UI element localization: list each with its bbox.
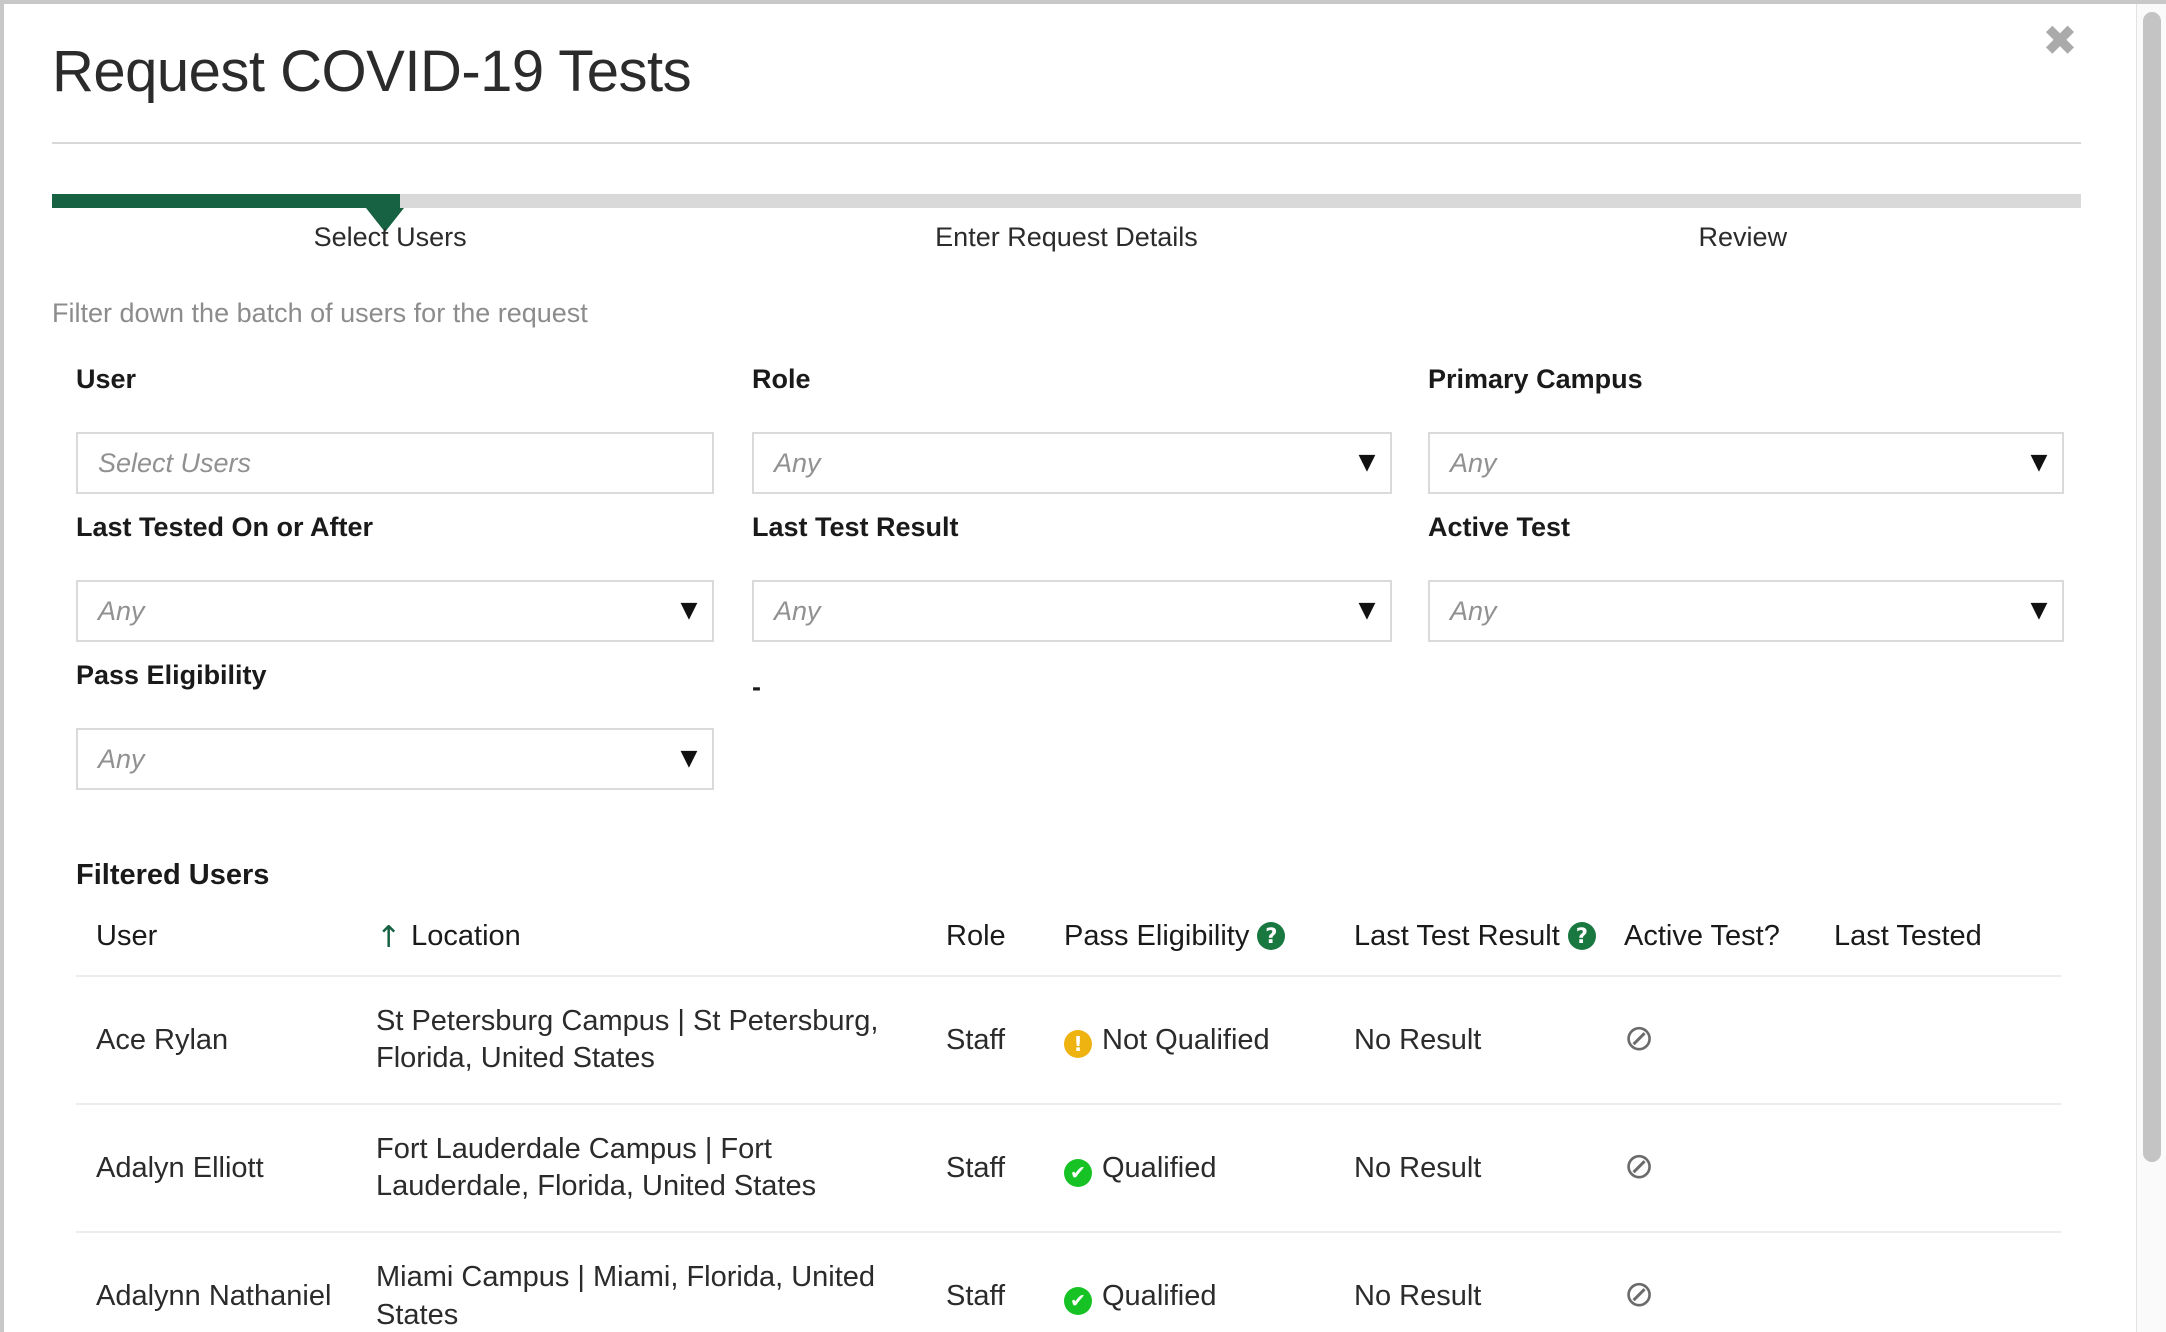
cell-last-test-result: No Result <box>1334 1232 1604 1332</box>
table-row[interactable]: Adalynn Nathaniel Miami Campus | Miami, … <box>76 1232 2061 1332</box>
last-test-result-select-value[interactable]: Any <box>754 596 1344 627</box>
label-pass-eligibility: Pass Eligibility <box>76 660 267 690</box>
cell-last-test-result: No Result <box>1334 1104 1604 1234</box>
check-circle-icon: ✔ <box>1064 1286 1092 1315</box>
cell-location: Fort Lauderdale Campus | Fort Lauderdale… <box>356 1104 926 1234</box>
column-header-last-test-result[interactable]: Last Test Result? <box>1334 904 1604 977</box>
pass-eligibility-text: Qualified <box>1102 1279 1217 1312</box>
pass-eligibility-text: Qualified <box>1102 1151 1217 1184</box>
dash-marker: - <box>752 672 761 702</box>
field-primary-campus[interactable]: Any ▼ <box>1428 432 2064 494</box>
cell-pass-eligibility: ✔ Qualified <box>1044 1232 1334 1332</box>
field-last-test-result[interactable]: Any ▼ <box>752 580 1392 642</box>
check-circle-icon: ✔ <box>1064 1158 1092 1187</box>
cell-location: Miami Campus | Miami, Florida, United St… <box>356 1232 926 1332</box>
column-header-active-test[interactable]: Active Test? <box>1604 904 1814 977</box>
cell-active-test: ⊘ <box>1604 1232 1814 1332</box>
help-icon[interactable]: ? <box>1567 922 1596 950</box>
filtered-users-table: User ↑ Location Role Pass Eligibility? La… <box>76 904 2061 1332</box>
step-enter-request-details[interactable]: Enter Request Details <box>728 222 1404 253</box>
column-header-user-label: User <box>96 920 158 952</box>
cell-role: Staff <box>926 1232 1044 1332</box>
chevron-down-icon[interactable]: ▼ <box>666 600 712 622</box>
cell-user: Adalynn Nathaniel <box>76 1232 356 1332</box>
field-active-test[interactable]: Any ▼ <box>1428 580 2064 642</box>
no-active-test-icon: ⊘ <box>1624 1273 1655 1315</box>
cell-last-tested <box>1814 1232 2061 1332</box>
field-pass-eligibility[interactable]: Any ▼ <box>76 728 714 790</box>
column-header-role-label: Role <box>946 920 1006 952</box>
cell-last-tested <box>1814 976 2061 1106</box>
column-header-location[interactable]: ↑ Location <box>356 904 926 977</box>
label-user: User <box>76 364 137 394</box>
cell-pass-eligibility: ✔ Qualified <box>1044 1104 1334 1234</box>
sort-ascending-icon[interactable]: ↑ <box>376 920 401 955</box>
column-header-role[interactable]: Role <box>926 904 1044 977</box>
label-role: Role <box>752 364 811 394</box>
active-test-select-value[interactable]: Any <box>1430 596 2016 627</box>
pass-eligibility-select-value[interactable]: Any <box>78 744 666 775</box>
page-title: Request COVID-19 Tests <box>52 39 692 104</box>
no-active-test-icon: ⊘ <box>1624 1017 1655 1059</box>
field-role[interactable]: Any ▼ <box>752 432 1392 494</box>
label-active-test: Active Test <box>1428 512 1571 542</box>
chevron-down-icon[interactable]: ▼ <box>1344 452 1390 474</box>
cell-pass-eligibility: ! Not Qualified <box>1044 976 1334 1106</box>
table-row[interactable]: Ace Rylan St Petersburg Campus | St Pete… <box>76 976 2061 1106</box>
label-last-tested-on-or-after: Last Tested On or After <box>76 512 374 542</box>
chevron-down-icon[interactable]: ▼ <box>666 748 712 770</box>
user-input-value[interactable]: Select Users <box>78 448 712 479</box>
field-user[interactable]: Select Users <box>76 432 714 494</box>
chevron-down-icon[interactable]: ▼ <box>2016 452 2062 474</box>
no-active-test-icon: ⊘ <box>1624 1145 1655 1187</box>
column-header-last-tested-label: Last Tested <box>1834 920 1982 952</box>
cell-location: St Petersburg Campus | St Petersburg, Fl… <box>356 976 926 1106</box>
close-icon[interactable]: ✖ <box>2037 18 2083 64</box>
primary-campus-select-value[interactable]: Any <box>1430 448 2016 479</box>
cell-user: Ace Rylan <box>76 976 356 1106</box>
request-covid-tests-modal: ✖ Request COVID-19 Tests Select Users En… <box>0 0 2166 1332</box>
modal-content: ✖ Request COVID-19 Tests Select Users En… <box>4 4 2129 1332</box>
chevron-down-icon[interactable]: ▼ <box>2016 600 2062 622</box>
warning-icon: ! <box>1064 1029 1092 1058</box>
filter-hint-text: Filter down the batch of users for the r… <box>52 298 588 328</box>
field-last-tested-on-or-after[interactable]: Any ▼ <box>76 580 714 642</box>
last-tested-select-value[interactable]: Any <box>78 596 666 627</box>
filtered-users-title: Filtered Users <box>76 859 270 891</box>
table-header-row: User ↑ Location Role Pass Eligibility? La… <box>76 904 2061 977</box>
label-primary-campus: Primary Campus <box>1428 364 1643 394</box>
column-header-pass-eligibility-label: Pass Eligibility <box>1064 920 1250 952</box>
table-row[interactable]: Adalyn Elliott Fort Lauderdale Campus | … <box>76 1104 2061 1234</box>
column-header-last-test-result-label: Last Test Result <box>1354 920 1560 952</box>
cell-last-test-result: No Result <box>1334 976 1604 1106</box>
cell-role: Staff <box>926 976 1044 1106</box>
role-select-value[interactable]: Any <box>754 448 1344 479</box>
title-divider <box>52 142 2081 144</box>
step-select-users[interactable]: Select Users <box>52 222 728 253</box>
column-header-user[interactable]: User <box>76 904 356 977</box>
cell-role: Staff <box>926 1104 1044 1234</box>
cell-user: Adalyn Elliott <box>76 1104 356 1234</box>
pass-eligibility-text: Not Qualified <box>1102 1023 1270 1056</box>
scrollbar-thumb[interactable] <box>2143 12 2161 1162</box>
column-header-active-test-label: Active Test? <box>1624 920 1780 952</box>
chevron-down-icon[interactable]: ▼ <box>1344 600 1390 622</box>
vertical-scrollbar[interactable] <box>2136 4 2166 1332</box>
column-header-location-label: Location <box>411 920 521 952</box>
cell-active-test: ⊘ <box>1604 1104 1814 1234</box>
column-header-pass-eligibility[interactable]: Pass Eligibility? <box>1044 904 1334 977</box>
stepper-progress-fill <box>52 194 400 208</box>
step-review[interactable]: Review <box>1405 222 2081 253</box>
cell-active-test: ⊘ <box>1604 976 1814 1106</box>
stepper-labels: Select Users Enter Request Details Revie… <box>52 222 2081 253</box>
label-last-test-result: Last Test Result <box>752 512 959 542</box>
cell-last-tested <box>1814 1104 2061 1234</box>
help-icon[interactable]: ? <box>1257 922 1286 950</box>
column-header-last-tested[interactable]: Last Tested <box>1814 904 2061 977</box>
